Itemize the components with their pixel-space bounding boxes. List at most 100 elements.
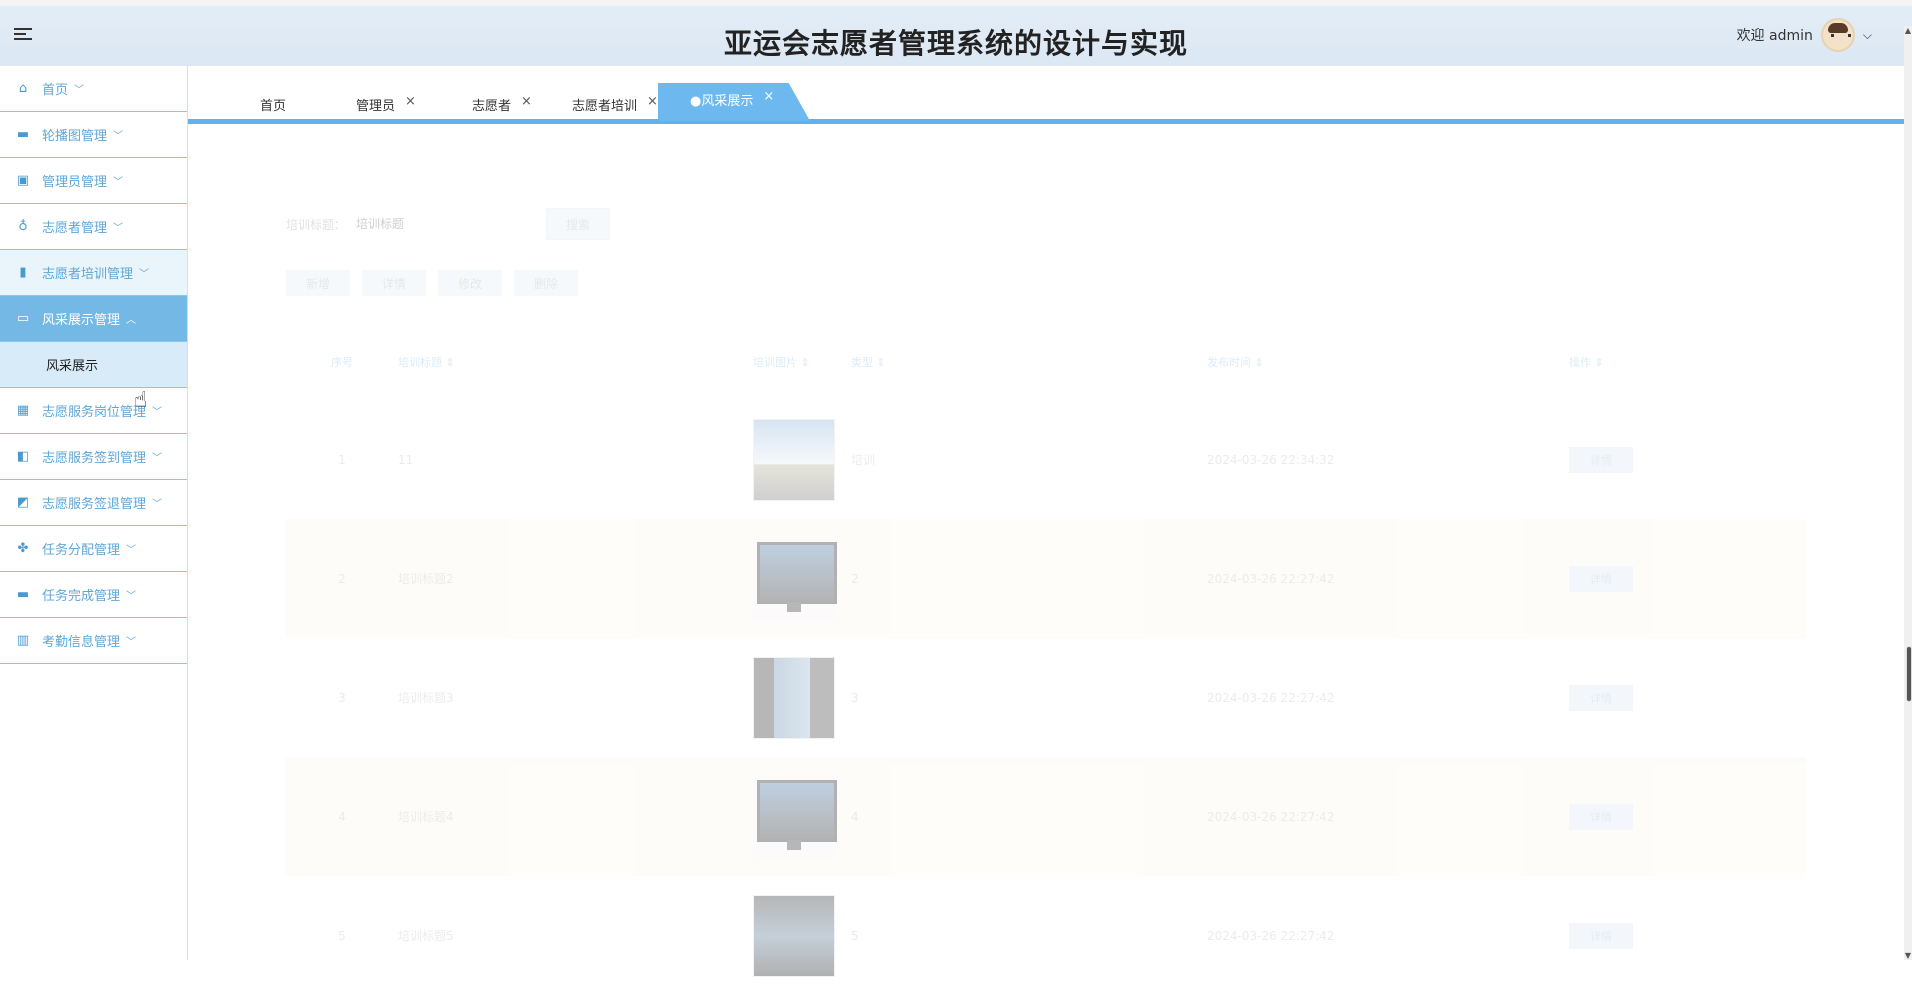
table-header: 序号 培训标题 ⇕ 培训图片 ⇕ 类型 ⇕ 发布时间 ⇕ 操作 ⇕ [286, 324, 1806, 400]
cell-time: 2024-03-26 22:27:42 [1207, 690, 1335, 705]
sidebar-item-9[interactable]: ✤ 任务分配管理 ﹀ [0, 526, 187, 572]
chevron-down-icon: ﹀ [152, 499, 163, 510]
tab-label: 管理员 [356, 99, 396, 114]
sidebar-item-1[interactable]: ▬ 轮播图管理 ﹀ [0, 112, 187, 158]
sidebar-item-3[interactable]: ♁ 志愿者管理 ﹀ [0, 204, 187, 250]
sidebar-item-label: 考勤信息管理 [42, 635, 121, 650]
add-button[interactable]: 新增 [286, 270, 350, 296]
sidebar-item-label: 轮播图管理 [42, 129, 108, 144]
chevron-down-icon: ﹀ [74, 85, 85, 96]
sidebar-item-8[interactable]: ◩ 志愿服务签退管理 ﹀ [0, 480, 187, 526]
header-image[interactable]: 培训图片 ⇕ [753, 354, 851, 370]
apps-icon: ✤ [17, 541, 29, 556]
delete-button[interactable]: 删除 [514, 270, 578, 296]
cell-image [753, 656, 851, 739]
tab-0[interactable]: 首页 [260, 92, 286, 122]
tab-3[interactable]: 志愿者培训 × [572, 92, 658, 122]
sidebar-item-label: 志愿服务签退管理 [42, 497, 147, 512]
header-operation[interactable]: 操作 ⇕ [1569, 354, 1806, 370]
cell-index: 2 [338, 571, 346, 586]
thumbnail-image[interactable] [753, 656, 835, 739]
search-button[interactable]: 搜索 [546, 208, 611, 240]
sidebar-item-7[interactable]: ◧ 志愿服务签到管理 ﹀ [0, 434, 187, 480]
cell-type: 5 [851, 928, 859, 943]
cell-operation: 详情 [1569, 803, 1806, 830]
thumbnail-image[interactable] [753, 775, 837, 858]
search-input[interactable] [356, 209, 517, 239]
row-detail-button[interactable]: 详情 [1569, 803, 1633, 830]
sidebar-item-label: 志愿者培训管理 [42, 267, 134, 282]
table-row: 3 培训标题3 3 2024-03-26 22:27:42 详情 [286, 638, 1806, 757]
welcome-text: 欢迎 admin [1736, 28, 1813, 44]
row-detail-button[interactable]: 详情 [1569, 565, 1633, 592]
header-title[interactable]: 培训标题 ⇕ [398, 354, 753, 370]
cell-title: 培训标题4 [398, 810, 454, 824]
main-content: 培训标题： 搜索 新增 详情 修改 删除 序号 培训标题 ⇕ 培训图片 ⇕ 类型… [188, 124, 1904, 977]
row-detail-button[interactable]: 详情 [1569, 922, 1633, 949]
sidebar: ⌂ 首页 ﹀ ▬ 轮播图管理 ﹀ ▣ 管理员管理 ﹀ ♁ 志愿者管理 ﹀ ▮ 志愿者培训管理 ﹀ ▭ 风采展示管… [0, 66, 188, 960]
bookmark-icon: ▮ [19, 265, 27, 280]
sidebar-subitem[interactable]: 风采展示 [0, 342, 187, 388]
cell-type: 培训 [851, 453, 876, 467]
sidebar-item-label: 风采展示管理 [42, 313, 121, 328]
tab-4[interactable]: ●风采展示 × [658, 83, 810, 121]
sidebar-item-11[interactable]: ▥ 考勤信息管理 ﹀ [0, 618, 187, 664]
thumbnail-image[interactable] [753, 537, 837, 620]
cell-title: 11 [398, 452, 414, 467]
edit-button[interactable]: 修改 [438, 270, 502, 296]
close-icon[interactable]: × [405, 94, 416, 109]
cell-operation: 详情 [1569, 565, 1806, 592]
thumbnail-image[interactable] [753, 894, 835, 977]
tab-1[interactable]: 管理员 × [356, 92, 416, 122]
home-icon: ⌂ [18, 81, 28, 96]
tab-bar: 首页 管理员 × 志愿者 × 志愿者培训 × ●风采展示 × [188, 80, 1904, 124]
vertical-scrollbar[interactable]: ▲ ▼ [1904, 26, 1912, 960]
app-title: 亚运会志愿者管理系统的设计与实现 [723, 27, 1188, 60]
cell-operation: 详情 [1569, 446, 1806, 473]
header-type[interactable]: 类型 ⇕ [851, 354, 1207, 370]
tab-label: 首页 [260, 99, 287, 114]
close-icon[interactable]: × [763, 89, 774, 104]
scroll-down-icon[interactable]: ▼ [1904, 951, 1912, 960]
sidebar-item-label: 志愿服务岗位管理 [42, 405, 147, 420]
close-icon[interactable]: × [521, 94, 532, 109]
sidebar-item-4[interactable]: ▮ 志愿者培训管理 ﹀ [0, 250, 187, 296]
top-header: 亚运会志愿者管理系统的设计与实现 欢迎 admin ⌵ [0, 0, 1912, 66]
cell-time: 2024-03-26 22:34:32 [1207, 452, 1335, 467]
panel-icon: ◧ [16, 449, 30, 464]
cell-index: 1 [338, 452, 346, 467]
cell-image [753, 775, 851, 858]
avatar[interactable] [1820, 18, 1855, 52]
cell-operation: 详情 [1569, 922, 1806, 949]
header-index[interactable]: 序号 [286, 354, 398, 370]
sidebar-item-5[interactable]: ▭ 风采展示管理 ︿ [0, 296, 187, 342]
sidebar-item-6[interactable]: ▦ 志愿服务岗位管理 ﹀ [0, 388, 187, 434]
row-detail-button[interactable]: 详情 [1569, 684, 1633, 711]
sidebar-item-0[interactable]: ⌂ 首页 ﹀ [0, 66, 187, 112]
table-row: 2 培训标题2 2 2024-03-26 22:27:42 详情 [286, 519, 1806, 638]
row-detail-button[interactable]: 详情 [1569, 446, 1633, 473]
chevron-down-icon: ﹀ [113, 177, 124, 188]
header-time[interactable]: 发布时间 ⇕ [1207, 354, 1569, 370]
chevron-down-icon: ﹀ [139, 269, 150, 280]
close-icon[interactable]: × [647, 94, 658, 109]
scrollbar-thumb[interactable] [1906, 646, 1912, 702]
cell-index: 5 [338, 928, 346, 943]
tab-2[interactable]: 志愿者 × [472, 92, 532, 122]
chevron-down-icon[interactable]: ⌵ [1863, 28, 1872, 43]
thumbnail-image[interactable] [753, 418, 835, 501]
table-body: 1 11 培训 2024-03-26 22:34:32 详情 2 培训标题2 2 2024-03… [286, 400, 1806, 995]
detail-button[interactable]: 详情 [362, 270, 426, 296]
award-icon: ♁ [18, 219, 28, 234]
sidebar-item-2[interactable]: ▣ 管理员管理 ﹀ [0, 158, 187, 204]
cell-image [753, 894, 851, 977]
cell-image [753, 418, 851, 501]
sidebar-item-label: 志愿服务签到管理 [42, 451, 147, 466]
chevron-down-icon: ﹀ [152, 407, 163, 418]
user-menu[interactable]: 欢迎 admin ⌵ [1737, 18, 1872, 52]
scroll-up-icon[interactable]: ▲ [1904, 26, 1912, 35]
cell-image [753, 537, 851, 620]
search-label: 培训标题： [286, 217, 347, 232]
tab-label: 志愿者培训 [572, 99, 638, 114]
sidebar-item-10[interactable]: ▬ 任务完成管理 ﹀ [0, 572, 187, 618]
